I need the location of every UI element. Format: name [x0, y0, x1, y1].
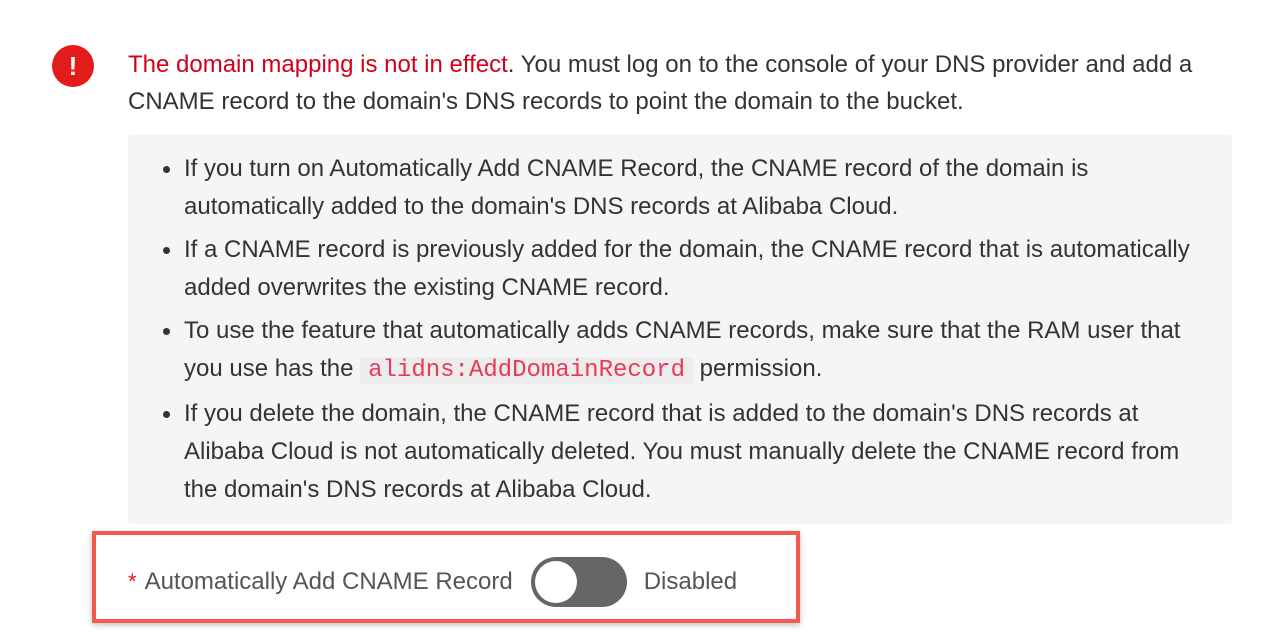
bullet-icon [163, 247, 170, 254]
note-text: If you turn on Automatically Add CNAME R… [184, 155, 1089, 220]
notes-panel: If you turn on Automatically Add CNAME R… [128, 134, 1232, 524]
auto-cname-form-row: * Automatically Add CNAME Record Disable… [128, 556, 737, 608]
alert-message: The domain mapping is not in effect. You… [128, 46, 1238, 120]
note-item: If you turn on Automatically Add CNAME R… [163, 150, 1212, 226]
switch-knob [534, 561, 577, 603]
note-item: If you delete the domain, the CNAME reco… [163, 395, 1212, 509]
bullet-icon [163, 328, 170, 335]
note-text: permission. [692, 355, 823, 382]
bullet-icon [163, 411, 170, 418]
note-item: If a CNAME record is previously added fo… [163, 231, 1212, 307]
note-text: If a CNAME record is previously added fo… [184, 236, 1190, 301]
required-mark: * [128, 569, 137, 594]
auto-cname-label: Automatically Add CNAME Record [144, 568, 513, 595]
note-item: To use the feature that automatically ad… [163, 312, 1212, 390]
alert-highlight-text: The domain mapping is not in effect [128, 51, 508, 78]
notes-list: If you turn on Automatically Add CNAME R… [128, 150, 1212, 509]
switch-status-text: Disabled [643, 568, 738, 595]
permission-code: alidns:AddDomainRecord [360, 357, 693, 384]
note-text: If you delete the domain, the CNAME reco… [184, 400, 1180, 503]
bullet-icon [163, 166, 170, 173]
exclamation-icon: ! [52, 45, 94, 87]
auto-cname-switch[interactable] [530, 557, 627, 607]
